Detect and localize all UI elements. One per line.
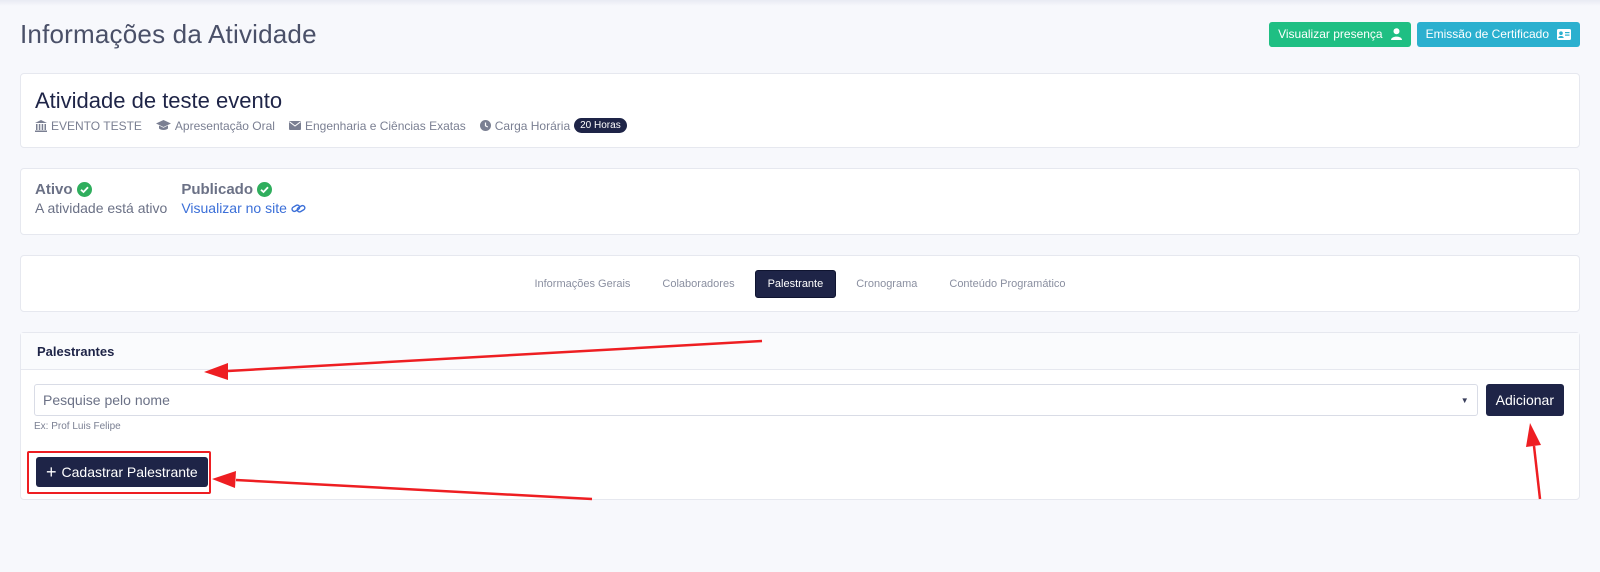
- certificate-label: Emissão de Certificado: [1425, 27, 1549, 41]
- tab-informacoes-gerais[interactable]: Informações Gerais: [522, 271, 642, 297]
- active-subtitle: A atividade está ativo: [35, 200, 168, 216]
- register-speaker-button[interactable]: + Cadastrar Palestrante: [36, 457, 208, 487]
- check-circle-icon: [76, 182, 92, 197]
- activity-card: Atividade de teste evento EVENTO TESTE A…: [20, 73, 1580, 148]
- caret-down-icon: ▼: [1460, 395, 1469, 405]
- id-card-icon: [1557, 28, 1571, 40]
- search-hint: Ex: Prof Luis Felipe: [34, 421, 121, 432]
- meta-type: Apresentação Oral: [155, 118, 275, 133]
- tabs-card: Informações Gerais Colaboradores Palestr…: [20, 255, 1580, 312]
- view-presence-button[interactable]: Visualizar presença: [1269, 21, 1411, 47]
- activity-type: Apresentação Oral: [174, 118, 275, 133]
- status-published: Publicado Visualizar no site: [181, 181, 306, 222]
- tab-colaboradores[interactable]: Colaboradores: [650, 271, 746, 297]
- register-highlight-box: + Cadastrar Palestrante: [27, 451, 211, 494]
- speaker-search-row: Pesquise pelo nome ▼ Adicionar: [34, 384, 1564, 416]
- workload-label: Carga Horária: [494, 118, 571, 133]
- link-icon: [291, 203, 306, 213]
- register-speaker-label: Cadastrar Palestrante: [61, 464, 198, 480]
- published-title-row: Publicado: [181, 181, 306, 198]
- graduation-cap-icon: [155, 120, 171, 130]
- tab-cronograma[interactable]: Cronograma: [844, 271, 929, 297]
- speakers-card: Palestrantes Pesquise pelo nome ▼ Adicio…: [20, 332, 1580, 500]
- activity-meta: EVENTO TESTE Apresentação Oral Engenhari…: [35, 118, 1565, 133]
- view-on-site-label: Visualizar no site: [181, 200, 287, 216]
- envelope-icon: [288, 121, 301, 130]
- page-title: Informações da Atividade: [20, 18, 317, 49]
- activity-area: Engenharia e Ciências Exatas: [304, 118, 466, 133]
- speakers-header: Palestrantes: [21, 333, 1579, 370]
- activity-title: Atividade de teste evento: [35, 88, 283, 113]
- view-presence-label: Visualizar presença: [1278, 27, 1383, 41]
- meta-event: EVENTO TESTE: [35, 119, 142, 133]
- event-name: EVENTO TESTE: [51, 118, 142, 133]
- active-title: Ativo: [35, 181, 73, 198]
- tab-conteudo-programatico[interactable]: Conteúdo Programático: [937, 271, 1077, 297]
- institution-icon: [35, 119, 47, 132]
- meta-area: Engenharia e Ciências Exatas: [288, 118, 466, 133]
- workload-badge: 20 Horas: [574, 118, 627, 133]
- page-header: Informações da Atividade Visualizar pres…: [20, 14, 1580, 54]
- view-on-site-link[interactable]: Visualizar no site: [181, 200, 306, 216]
- check-circle-icon: [257, 182, 272, 197]
- published-title: Publicado: [181, 181, 253, 198]
- plus-icon: +: [46, 462, 57, 482]
- user-icon: [1390, 28, 1402, 40]
- clock-icon: [479, 120, 491, 131]
- active-title-row: Ativo: [35, 181, 167, 198]
- speaker-search-placeholder: Pesquise pelo nome: [43, 392, 170, 408]
- add-speaker-button[interactable]: Adicionar: [1485, 384, 1564, 416]
- status-active: Ativo A atividade está ativo: [35, 181, 167, 222]
- top-shadow: [0, 0, 1600, 6]
- meta-workload: Carga Horária 20 Horas: [479, 118, 627, 133]
- certificate-button[interactable]: Emissão de Certificado: [1416, 21, 1580, 47]
- speaker-search-select[interactable]: Pesquise pelo nome ▼: [34, 384, 1478, 416]
- status-card: Ativo A atividade está ativo Publicado V…: [20, 168, 1580, 235]
- tab-palestrante[interactable]: Palestrante: [754, 269, 837, 298]
- header-actions: Visualizar presença Emissão de Certifica…: [1269, 21, 1580, 47]
